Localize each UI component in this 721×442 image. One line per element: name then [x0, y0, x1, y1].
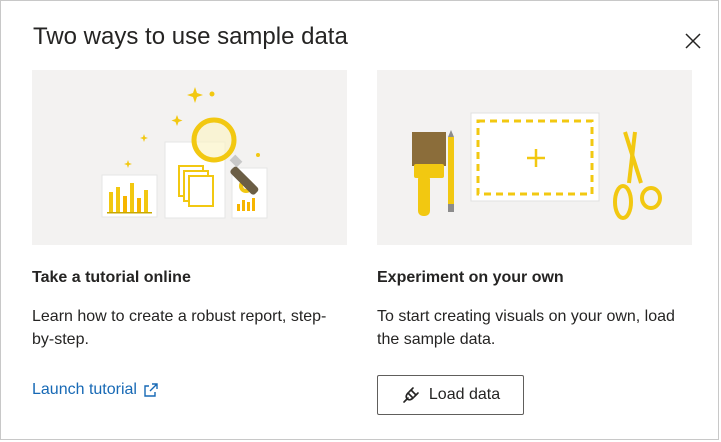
launch-tutorial-link[interactable]: Launch tutorial	[32, 381, 159, 399]
close-icon	[685, 33, 701, 49]
close-button[interactable]	[681, 29, 705, 53]
launch-tutorial-label: Launch tutorial	[32, 381, 137, 398]
dialog-title: Two ways to use sample data	[33, 23, 348, 50]
experiment-card: Experiment on your own To start creating…	[377, 70, 692, 415]
experiment-heading: Experiment on your own	[377, 269, 564, 286]
tutorial-heading: Take a tutorial online	[32, 269, 191, 286]
load-data-button[interactable]: Load data	[377, 375, 524, 415]
tutorial-card: Take a tutorial online Learn how to crea…	[32, 70, 347, 398]
sample-data-dialog: Two ways to use sample data Take a tutor…	[0, 0, 719, 440]
experiment-illustration	[377, 70, 692, 245]
tutorial-description: Learn how to create a robust report, ste…	[32, 308, 327, 348]
load-data-label: Load data	[428, 386, 501, 403]
plug-icon	[403, 387, 419, 403]
experiment-description: To start creating visuals on your own, l…	[377, 308, 675, 348]
external-link-icon	[144, 383, 158, 397]
tutorial-illustration	[32, 70, 347, 245]
